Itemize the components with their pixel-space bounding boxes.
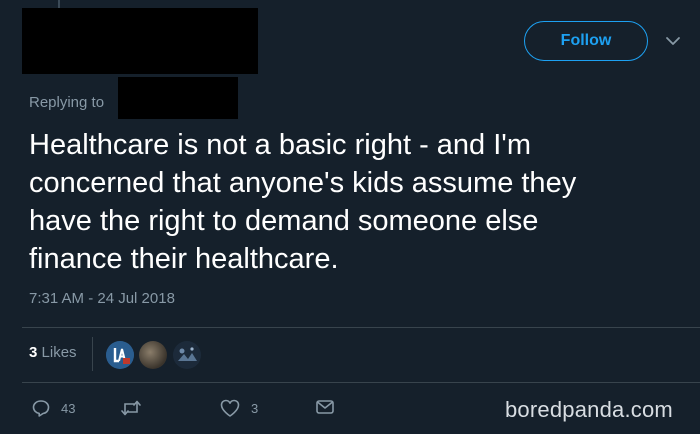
likes-count-label: Likes — [41, 344, 77, 361]
tweet-timestamp[interactable]: 7:31 AM - 24 Jul 2018 — [29, 290, 175, 307]
watermark-text: boredpanda.com — [505, 397, 673, 422]
replying-to-label: Replying to — [29, 94, 105, 111]
heart-icon — [220, 399, 240, 417]
reply-count: 43 — [61, 400, 76, 416]
follow-button[interactable]: Follow — [524, 21, 648, 61]
likes-count-number: 3 — [29, 344, 38, 361]
reply-action[interactable]: 43 — [31, 398, 75, 418]
like-count: 3 — [251, 400, 259, 416]
liker-avatar[interactable] — [106, 341, 134, 369]
reply-icon — [32, 400, 50, 417]
chevron-down-icon[interactable] — [664, 32, 682, 50]
tweet-text: Healthcare is not a basic right - and I'… — [29, 129, 577, 275]
liker-avatar[interactable] — [139, 341, 167, 369]
like-action[interactable]: 3 — [219, 398, 258, 418]
divider-bottom — [22, 382, 700, 383]
liker-avatar[interactable] — [173, 341, 201, 369]
redacted-reply-handle[interactable] — [118, 77, 238, 119]
thread-connector-line — [58, 0, 60, 8]
redacted-user-name — [22, 8, 258, 74]
likes-separator — [92, 337, 93, 371]
retweet-action[interactable] — [120, 398, 152, 418]
dark-scene-icon — [173, 341, 201, 369]
envelope-icon — [316, 400, 334, 414]
divider-top — [22, 327, 700, 328]
la-logo-icon — [106, 341, 134, 369]
retweet-icon — [121, 400, 141, 416]
message-action[interactable] — [315, 398, 335, 416]
likes-count[interactable]: 3 Likes — [29, 344, 77, 361]
follow-button-label: Follow — [560, 32, 612, 49]
